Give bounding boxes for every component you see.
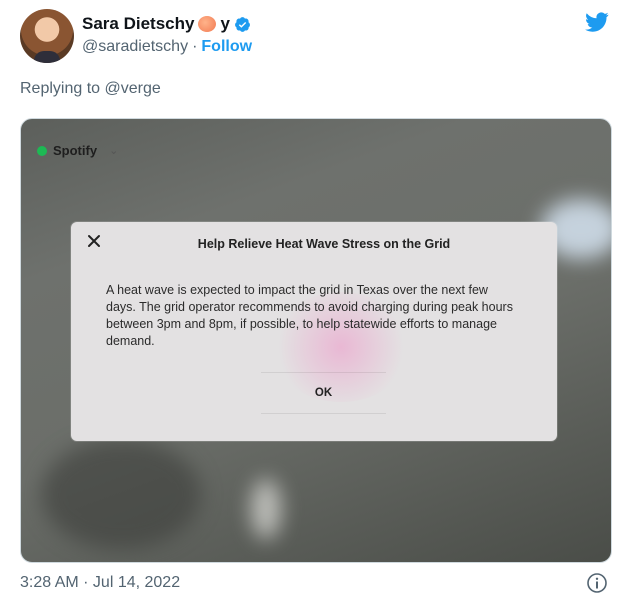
dialog-body: A heat wave is expected to impact the gr…: [106, 283, 513, 348]
follow-button[interactable]: Follow: [201, 38, 252, 56]
avatar[interactable]: [20, 9, 74, 63]
verified-badge-icon: [234, 16, 250, 32]
heat-wave-dialog: Help Relieve Heat Wave Stress on the Gri…: [71, 222, 557, 441]
author-name-suffix: y: [220, 14, 230, 33]
dialog-title: Help Relieve Heat Wave Stress on the Gri…: [197, 237, 451, 251]
separator-dot: ·: [192, 38, 198, 55]
info-icon[interactable]: [586, 572, 608, 594]
replying-to[interactable]: Replying to @verge: [20, 80, 161, 98]
handle-row: @saradietschy · Follow: [82, 38, 252, 56]
peach-emoji-icon: [198, 16, 217, 32]
ok-button: OK: [261, 372, 386, 414]
twitter-bird-icon[interactable]: [583, 10, 611, 34]
author-name-row: Sara Dietschy y: [82, 14, 251, 34]
spotify-icon: [37, 145, 47, 156]
tweet-timestamp[interactable]: 3:28 AM · Jul 14, 2022: [20, 574, 180, 592]
photo-shadow: [41, 439, 201, 549]
chevron-down-icon: ⌄: [109, 145, 119, 157]
spotify-app-label: Spotify ⌄: [37, 143, 118, 158]
author-name[interactable]: Sara Dietschy: [82, 14, 194, 34]
spotify-label: Spotify: [53, 143, 98, 158]
photo-highlight: [251, 479, 281, 539]
author-handle[interactable]: @saradietschy: [82, 38, 188, 56]
tweet-photo[interactable]: Spotify ⌄ Help Relieve Heat Wave Stress …: [20, 118, 612, 563]
